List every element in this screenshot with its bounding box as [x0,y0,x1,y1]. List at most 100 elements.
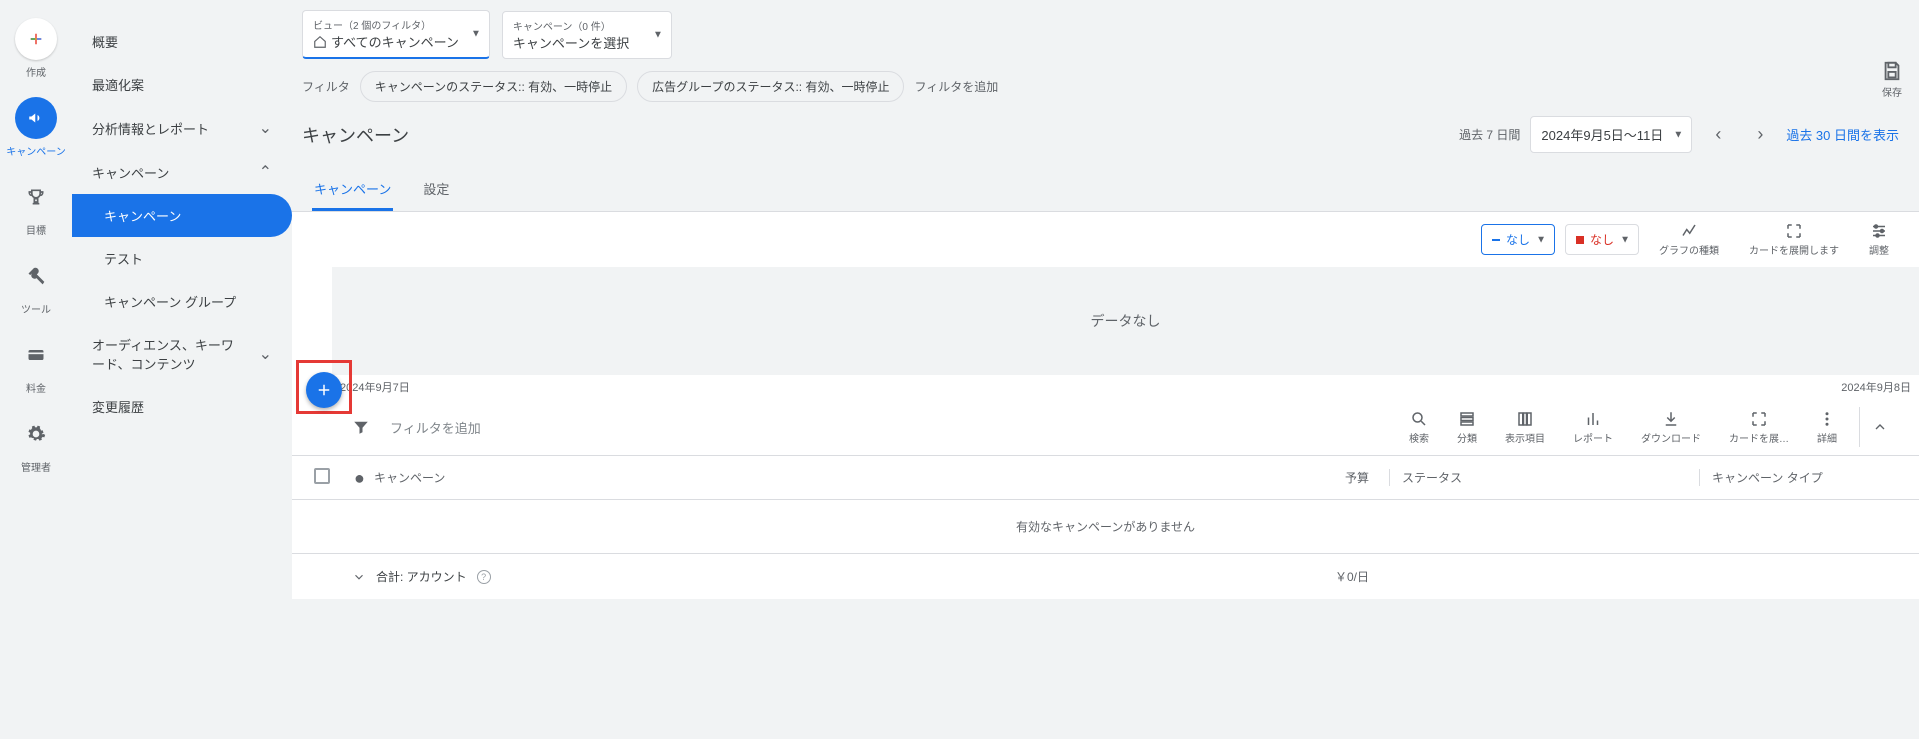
home-icon [313,35,327,49]
main: 保存 ビュー（2 個のフィルタ） すべてのキャンペーン ▼ キャンペーン（0 件… [292,0,1919,739]
date-controls: 過去 7 日間 2024年9月5日～11日 ▼ ‹ › 過去 30 日間を表示 [1459,116,1899,153]
table-header: ● キャンペーン 予算 ステータス キャンペーン タイプ [292,456,1919,500]
view-selector[interactable]: ビュー（2 個のフィルタ） すべてのキャンペーン ▼ [302,10,490,59]
chevron-up-icon [1872,419,1888,435]
columns-label: 表示項目 [1505,430,1545,445]
caret-down-icon: ▼ [471,29,481,40]
col-status[interactable]: ステータス [1389,469,1699,486]
adjust-label: 調整 [1869,242,1889,257]
heading-row: キャンペーン 過去 7 日間 2024年9月5日～11日 ▼ ‹ › 過去 30… [292,110,1919,159]
side-campaigns[interactable]: キャンペーン⌃ [72,150,292,194]
side-overview[interactable]: 概要 [72,20,292,63]
detail-button[interactable]: 詳細 [1803,410,1851,445]
date-range-label: 過去 7 日間 [1459,126,1520,143]
chart-type-button[interactable]: グラフの種類 [1649,222,1729,257]
side-sub-campaigns[interactable]: キャンペーン [72,194,292,237]
expand-card-label: カードを展開します [1749,242,1839,257]
caret-down-icon: ▼ [653,29,663,40]
side-history[interactable]: 変更履歴 [72,385,292,428]
rail-goal[interactable]: 目標 [15,176,57,237]
side-history-label: 変更履歴 [92,397,144,416]
rail-campaign[interactable]: キャンペーン [6,97,66,158]
filter-chip-campaign-status[interactable]: キャンペーンのステータス:: 有効、一時停止 [360,71,627,102]
date-next-button[interactable]: › [1744,119,1776,151]
campaign-selector[interactable]: キャンペーン（0 件） キャンペーンを選択 ▼ [502,11,672,59]
expand-card2-label: カードを展… [1729,430,1789,445]
segment-none-1[interactable]: なし ▼ [1481,224,1555,255]
col-campaign[interactable]: キャンペーン [374,469,1169,486]
square-icon [1576,236,1584,244]
view-selector-text: すべてのキャンペーン [331,32,459,51]
adjust-button[interactable]: 調整 [1859,222,1899,257]
more-icon [1818,410,1836,428]
collapse-panel-button[interactable] [1859,407,1899,447]
card-icon [15,334,57,376]
rail-tools[interactable]: ツール [15,255,57,316]
help-icon[interactable]: ? [477,570,491,584]
side-analysis[interactable]: 分析情報とレポート⌄ [72,106,292,150]
rail-admin[interactable]: 管理者 [15,413,57,474]
side-audience-label: オーディエンス、キーワード、コンテンツ [92,335,242,373]
side-analysis-label: 分析情報とレポート [92,119,209,138]
tools-icon [15,255,57,297]
columns-button[interactable]: 表示項目 [1491,410,1559,445]
plus-icon [315,381,333,399]
select-all-checkbox[interactable] [314,468,330,484]
report-label: レポート [1573,430,1613,445]
table-empty-message: 有効なキャンペーンがありません [292,500,1919,554]
segment-button[interactable]: 分類 [1443,410,1491,445]
add-campaign-fab[interactable] [306,372,342,408]
rail-billing[interactable]: 料金 [15,334,57,395]
filter-row: フィルタ キャンペーンのステータス:: 有効、一時停止 広告グループのステータス… [292,59,1919,110]
side-sub-campaigns-label: キャンペーン [104,209,181,224]
rail-goal-label: 目標 [26,222,46,237]
col-type[interactable]: キャンペーン タイプ [1699,469,1899,486]
tab-settings[interactable]: 設定 [421,169,451,211]
search-button[interactable]: 検索 [1395,410,1443,445]
show-30days-link[interactable]: 過去 30 日間を表示 [1786,125,1899,144]
side-sub-groups[interactable]: キャンペーン グループ [72,280,292,323]
save-button[interactable]: 保存 [1881,60,1903,99]
tabs: キャンペーン 設定 [292,159,1919,212]
axis-date-right: 2024年9月8日 [1841,379,1911,395]
segment-icon [1458,410,1476,428]
seg2-label: なし [1590,231,1614,248]
chevron-down-icon[interactable] [352,570,366,584]
table-filter-input[interactable]: フィルタを追加 [390,418,481,437]
page-title: キャンペーン [302,122,409,148]
axis-date-left: 2024年9月7日 [340,379,410,395]
chart-area: データなし 2024年9月7日 2024年9月8日 [292,267,1919,399]
side-audience[interactable]: オーディエンス、キーワード、コンテンツ⌄ [72,323,292,385]
date-prev-button[interactable]: ‹ [1702,119,1734,151]
filter-label: フィルタ [302,78,350,95]
save-icon [1881,60,1903,82]
expand-card2-button[interactable]: カードを展… [1715,410,1803,445]
rail-create[interactable]: 作成 [15,18,57,79]
caret-down-icon: ▼ [1536,234,1546,245]
filter-chip-adgroup-status[interactable]: 広告グループのステータス:: 有効、一時停止 [637,71,904,102]
report-button[interactable]: レポート [1559,410,1627,445]
download-button[interactable]: ダウンロード [1627,410,1715,445]
side-sub-groups-label: キャンペーン グループ [104,295,236,310]
tab-campaign[interactable]: キャンペーン [312,169,393,211]
side-sub-test[interactable]: テスト [72,237,292,280]
view-selector-main: すべてのキャンペーン [313,32,459,51]
table-toolbar: フィルタを追加 検索 分類 表示項目 レポート ダウンロード カードを展… 詳細 [292,399,1919,456]
expand-icon [1750,410,1768,428]
total-budget: ￥0/日 [1169,568,1389,585]
expand-icon [1785,222,1803,240]
side-optimization[interactable]: 最適化案 [72,63,292,106]
col-budget[interactable]: 予算 [1169,469,1389,486]
plus-icon [15,18,57,60]
expand-card-button[interactable]: カードを展開します [1739,222,1849,257]
segment-none-2[interactable]: なし ▼ [1565,224,1639,255]
line-icon [1492,236,1500,244]
date-range-select[interactable]: 2024年9月5日～11日 ▼ [1530,116,1692,153]
detail-label: 詳細 [1817,430,1837,445]
save-label: 保存 [1882,84,1902,99]
filter-icon[interactable] [352,418,370,436]
filter-add[interactable]: フィルタを追加 [914,78,998,95]
topbar: ビュー（2 個のフィルタ） すべてのキャンペーン ▼ キャンペーン（0 件） キ… [292,0,1919,59]
chart-toolbar: なし ▼ なし ▼ グラフの種類 カードを展開します 調整 [292,212,1919,267]
columns-icon [1516,410,1534,428]
